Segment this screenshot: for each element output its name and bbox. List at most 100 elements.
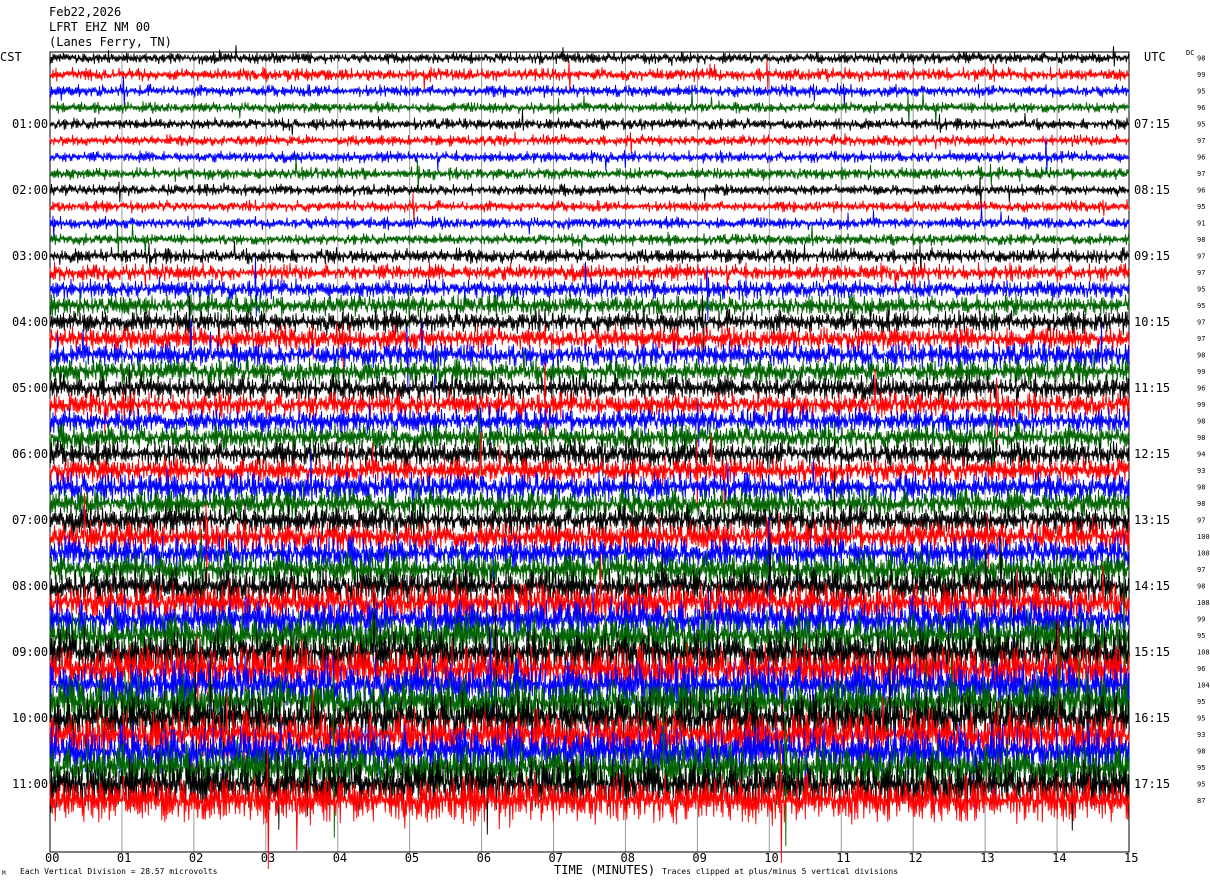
cst-hour-label: 11:00 <box>12 777 48 791</box>
trace-line-black <box>49 45 1130 67</box>
dc-offset-header: DC <box>1186 49 1195 57</box>
dc-offset-value: 95 <box>1197 286 1205 294</box>
station-label: LFRT EHZ NM 00 <box>49 20 151 34</box>
trace-line-blue <box>49 76 1130 108</box>
dc-offset-value: 104 <box>1197 682 1210 690</box>
cst-hour-label: 06:00 <box>12 447 48 461</box>
dc-offset-value: 95 <box>1197 698 1205 706</box>
utc-hour-label: 09:15 <box>1134 249 1170 263</box>
dc-offset-value: 97 <box>1197 137 1205 145</box>
utc-hour-label: 08:15 <box>1134 183 1170 197</box>
clip-note: Traces clipped at plus/minus 5 vertical … <box>662 867 899 876</box>
dc-offset-value: 96 <box>1197 665 1205 673</box>
dc-offset-value: 95 <box>1197 764 1205 772</box>
right-timezone-label: UTC <box>1144 50 1166 64</box>
trace-line-black <box>49 109 1130 136</box>
dc-offset-value: 97 <box>1197 517 1205 525</box>
trace-line-red <box>49 131 1130 154</box>
dc-offset-value: 96 <box>1197 154 1205 162</box>
x-tick-label: 10 <box>764 851 778 865</box>
dc-offset-value: 108 <box>1197 599 1210 607</box>
dc-offset-value: 99 <box>1197 401 1205 409</box>
utc-hour-label: 16:15 <box>1134 711 1170 725</box>
x-tick-label: 12 <box>908 851 922 865</box>
cst-hour-label: 08:00 <box>12 579 48 593</box>
trace-line-red <box>49 58 1130 91</box>
cst-hour-label: 05:00 <box>12 381 48 395</box>
dc-offset-value: 98 <box>1197 500 1205 508</box>
location-label: (Lanes Ferry, TN) <box>49 35 172 49</box>
date-label: Feb22,2026 <box>49 5 122 19</box>
trace-line-red <box>49 192 1130 222</box>
x-tick-label: 11 <box>836 851 850 865</box>
x-tick-label: 13 <box>980 851 994 865</box>
x-tick-label: 01 <box>117 851 131 865</box>
cst-hour-label: 01:00 <box>12 117 48 131</box>
trace-line-black <box>49 177 1130 207</box>
dc-offset-value: 93 <box>1197 467 1205 475</box>
utc-hour-label: 10:15 <box>1134 315 1170 329</box>
utc-hour-label: 11:15 <box>1134 381 1170 395</box>
cst-hour-label: 07:00 <box>12 513 48 527</box>
corner-mark: M <box>2 870 6 877</box>
cst-hour-label: 10:00 <box>12 711 48 725</box>
dc-offset-value: 98 <box>1197 434 1205 442</box>
dc-offset-value: 97 <box>1197 319 1205 327</box>
dc-offset-value: 97 <box>1197 269 1205 277</box>
dc-offset-value: 97 <box>1197 335 1205 343</box>
x-tick-label: 09 <box>692 851 706 865</box>
dc-offset-value: 96 <box>1197 104 1205 112</box>
dc-offset-value: 96 <box>1197 385 1205 393</box>
dc-offset-value: 100 <box>1197 533 1210 541</box>
cst-hour-label: 02:00 <box>12 183 48 197</box>
x-tick-label: 05 <box>405 851 419 865</box>
x-tick-label: 14 <box>1052 851 1066 865</box>
dc-offset-value: 94 <box>1197 451 1205 459</box>
utc-hour-label: 17:15 <box>1134 777 1170 791</box>
x-tick-label: 15 <box>1124 851 1138 865</box>
x-tick-label: 06 <box>477 851 491 865</box>
dc-offset-value: 95 <box>1197 715 1205 723</box>
dc-offset-value: 98 <box>1197 418 1205 426</box>
dc-offset-value: 96 <box>1197 187 1205 195</box>
vertical-division-note: Each Vertical Division = 28.57 microvolt… <box>20 867 218 876</box>
utc-hour-label: 15:15 <box>1134 645 1170 659</box>
dc-offset-value: 98 <box>1197 583 1205 591</box>
cst-hour-label: 09:00 <box>12 645 48 659</box>
dc-offset-value: 91 <box>1197 220 1205 228</box>
dc-offset-value: 99 <box>1197 616 1205 624</box>
dc-offset-value: 93 <box>1197 731 1205 739</box>
x-axis-title: TIME (MINUTES) <box>554 863 656 877</box>
utc-hour-label: 13:15 <box>1134 513 1170 527</box>
dc-offset-value: 97 <box>1197 253 1205 261</box>
x-tick-label: 00 <box>45 851 59 865</box>
dc-offset-value: 98 <box>1197 236 1205 244</box>
cst-hour-label: 03:00 <box>12 249 48 263</box>
left-timezone-label: CST <box>0 50 22 64</box>
dc-offset-value: 95 <box>1197 88 1205 96</box>
dc-offset-value: 100 <box>1197 550 1210 558</box>
trace-line-green <box>49 90 1130 125</box>
dc-offset-value: 97 <box>1197 170 1205 178</box>
dc-offset-value: 98 <box>1197 55 1205 63</box>
x-tick-label: 02 <box>189 851 203 865</box>
utc-hour-label: 07:15 <box>1134 117 1170 131</box>
dc-offset-value: 99 <box>1197 71 1205 79</box>
dc-offset-value: 98 <box>1197 484 1205 492</box>
utc-hour-label: 14:15 <box>1134 579 1170 593</box>
dc-offset-value: 95 <box>1197 203 1205 211</box>
helicorder-plot: 98 99 95 96 95 97 96 97 96 95 91 98 97 97 95 95 97 97 98 99… <box>12 45 1210 870</box>
dc-offset-value: 98 <box>1197 748 1205 756</box>
dc-offset-value: 98 <box>1197 352 1205 360</box>
dc-offset-value: 108 <box>1197 649 1210 657</box>
dc-offset-value: 97 <box>1197 566 1205 574</box>
cst-hour-label: 04:00 <box>12 315 48 329</box>
dc-offset-value: 87 <box>1197 797 1205 805</box>
utc-hour-label: 12:15 <box>1134 447 1170 461</box>
dc-offset-value: 95 <box>1197 302 1205 310</box>
dc-offset-value: 95 <box>1197 632 1205 640</box>
dc-offset-value: 99 <box>1197 368 1205 376</box>
dc-offset-value: 95 <box>1197 781 1205 789</box>
x-tick-label: 04 <box>333 851 347 865</box>
x-tick-label: 03 <box>261 851 275 865</box>
